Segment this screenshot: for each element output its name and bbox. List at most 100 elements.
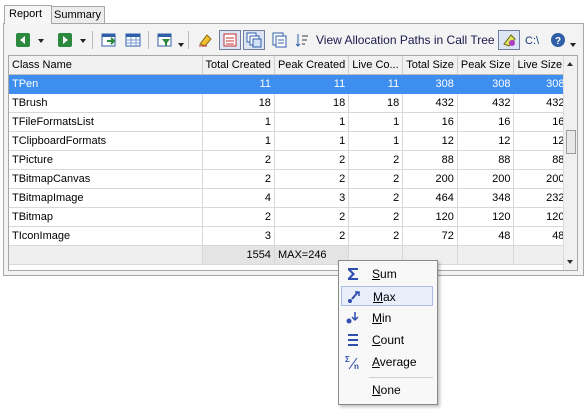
value-cell[interactable]: 12 bbox=[457, 131, 515, 151]
class-name-cell[interactable]: TBitmap bbox=[9, 207, 203, 227]
column-header-live-count[interactable]: Live Co... bbox=[348, 56, 404, 75]
c-drive-button[interactable]: C:\ bbox=[523, 30, 545, 50]
column-header-class-name[interactable]: Class Name bbox=[9, 56, 203, 75]
filter-dropdown-arrow[interactable] bbox=[178, 43, 184, 47]
value-cell[interactable]: 432 bbox=[513, 93, 569, 113]
column-header-peak-created[interactable]: Peak Created bbox=[274, 56, 350, 75]
table-row[interactable]: TBitmapCanvas 2 2 2 200 200 200 bbox=[9, 169, 569, 189]
value-cell[interactable]: 16 bbox=[513, 112, 569, 132]
value-cell[interactable]: 2 bbox=[348, 188, 404, 208]
value-cell[interactable]: 12 bbox=[513, 131, 569, 151]
table-row[interactable]: TPen 11 11 11 308 308 308 bbox=[9, 74, 569, 94]
export-button[interactable] bbox=[98, 30, 120, 50]
value-cell[interactable]: 2 bbox=[202, 150, 275, 170]
value-cell[interactable]: 200 bbox=[402, 169, 458, 189]
class-name-cell[interactable]: TPen bbox=[9, 74, 203, 94]
clear-button[interactable] bbox=[194, 30, 216, 50]
back-button[interactable] bbox=[12, 30, 34, 50]
value-cell[interactable]: 48 bbox=[457, 226, 515, 246]
value-cell[interactable]: 88 bbox=[402, 150, 458, 170]
value-cell[interactable]: 2 bbox=[348, 207, 404, 227]
column-header-live-size[interactable]: Live Size bbox=[513, 56, 569, 75]
value-cell[interactable]: 464 bbox=[402, 188, 458, 208]
class-name-cell[interactable]: TBitmapImage bbox=[9, 188, 203, 208]
value-cell[interactable]: 1 bbox=[202, 131, 275, 151]
class-name-cell[interactable]: TIconImage bbox=[9, 226, 203, 246]
table-row[interactable]: TFileFormatsList 1 1 1 16 16 16 bbox=[9, 112, 569, 132]
compare-button[interactable] bbox=[219, 30, 241, 50]
forward-button[interactable] bbox=[54, 30, 76, 50]
scroll-up-arrow[interactable] bbox=[567, 62, 573, 66]
sort-button[interactable] bbox=[292, 30, 312, 50]
table-row[interactable]: TBitmap 2 2 2 120 120 120 bbox=[9, 207, 569, 227]
grid-button[interactable] bbox=[122, 30, 144, 50]
value-cell[interactable]: 432 bbox=[402, 93, 458, 113]
value-cell[interactable]: 1 bbox=[274, 112, 350, 132]
value-cell[interactable]: 2 bbox=[348, 169, 404, 189]
value-cell[interactable]: 2 bbox=[202, 207, 275, 227]
stack-button[interactable] bbox=[243, 30, 265, 50]
value-cell[interactable]: 2 bbox=[348, 150, 404, 170]
value-cell[interactable]: 120 bbox=[513, 207, 569, 227]
forward-dropdown-arrow[interactable] bbox=[80, 39, 86, 43]
column-header-peak-size[interactable]: Peak Size bbox=[457, 56, 515, 75]
value-cell[interactable]: 72 bbox=[402, 226, 458, 246]
table-row[interactable]: TPicture 2 2 2 88 88 88 bbox=[9, 150, 569, 170]
value-cell[interactable]: 308 bbox=[402, 74, 458, 94]
value-cell[interactable]: 432 bbox=[457, 93, 515, 113]
value-cell[interactable]: 18 bbox=[202, 93, 275, 113]
value-cell[interactable]: 4 bbox=[202, 188, 275, 208]
value-cell[interactable]: 2 bbox=[202, 169, 275, 189]
value-cell[interactable]: 11 bbox=[202, 74, 275, 94]
vertical-scrollbar[interactable] bbox=[563, 56, 577, 270]
scroll-down-arrow[interactable] bbox=[567, 260, 573, 264]
value-cell[interactable]: 11 bbox=[274, 74, 350, 94]
footer-total-created[interactable]: 1554 bbox=[202, 245, 275, 265]
scroll-thumb[interactable] bbox=[566, 130, 576, 154]
help-dropdown-arrow[interactable] bbox=[570, 43, 576, 47]
value-cell[interactable]: 88 bbox=[457, 150, 515, 170]
paths-button[interactable] bbox=[498, 30, 520, 50]
value-cell[interactable]: 200 bbox=[513, 169, 569, 189]
menu-item-min[interactable]: Min bbox=[341, 308, 433, 328]
menu-item-average[interactable]: Σn Average bbox=[341, 352, 433, 372]
value-cell[interactable]: 2 bbox=[274, 226, 350, 246]
value-cell[interactable]: 18 bbox=[274, 93, 350, 113]
value-cell[interactable]: 1 bbox=[202, 112, 275, 132]
class-name-cell[interactable]: TClipboardFormats bbox=[9, 131, 203, 151]
value-cell[interactable]: 308 bbox=[457, 74, 515, 94]
menu-item-sum[interactable]: Sum bbox=[341, 264, 433, 284]
value-cell[interactable]: 16 bbox=[457, 112, 515, 132]
class-name-cell[interactable]: TBitmapCanvas bbox=[9, 169, 203, 189]
value-cell[interactable]: 11 bbox=[348, 74, 404, 94]
table-row[interactable]: TIconImage 3 2 2 72 48 48 bbox=[9, 226, 569, 246]
value-cell[interactable]: 200 bbox=[457, 169, 515, 189]
value-cell[interactable]: 120 bbox=[457, 207, 515, 227]
menu-item-max[interactable]: Max bbox=[341, 286, 433, 306]
view-allocation-paths-button[interactable]: View Allocation Paths in Call Tree bbox=[316, 30, 495, 50]
menu-item-none[interactable]: None bbox=[341, 380, 433, 400]
menu-item-count[interactable]: Count bbox=[341, 330, 433, 350]
value-cell[interactable]: 1 bbox=[348, 112, 404, 132]
value-cell[interactable]: 2 bbox=[348, 226, 404, 246]
value-cell[interactable]: 2 bbox=[274, 169, 350, 189]
list-button[interactable] bbox=[268, 30, 290, 50]
column-header-total-created[interactable]: Total Created bbox=[202, 56, 275, 75]
class-name-cell[interactable]: TFileFormatsList bbox=[9, 112, 203, 132]
value-cell[interactable]: 1 bbox=[274, 131, 350, 151]
back-dropdown-arrow[interactable] bbox=[38, 39, 44, 43]
tab-report[interactable]: Report bbox=[4, 5, 52, 24]
value-cell[interactable]: 2 bbox=[274, 207, 350, 227]
value-cell[interactable]: 48 bbox=[513, 226, 569, 246]
value-cell[interactable]: 308 bbox=[513, 74, 569, 94]
value-cell[interactable]: 88 bbox=[513, 150, 569, 170]
table-row[interactable]: TBitmapImage 4 3 2 464 348 232 bbox=[9, 188, 569, 208]
column-header-total-size[interactable]: Total Size bbox=[402, 56, 458, 75]
value-cell[interactable]: 232 bbox=[513, 188, 569, 208]
value-cell[interactable]: 120 bbox=[402, 207, 458, 227]
help-button[interactable]: ? bbox=[548, 30, 568, 50]
value-cell[interactable]: 3 bbox=[274, 188, 350, 208]
table-row[interactable]: TClipboardFormats 1 1 1 12 12 12 bbox=[9, 131, 569, 151]
value-cell[interactable]: 348 bbox=[457, 188, 515, 208]
class-name-cell[interactable]: TBrush bbox=[9, 93, 203, 113]
